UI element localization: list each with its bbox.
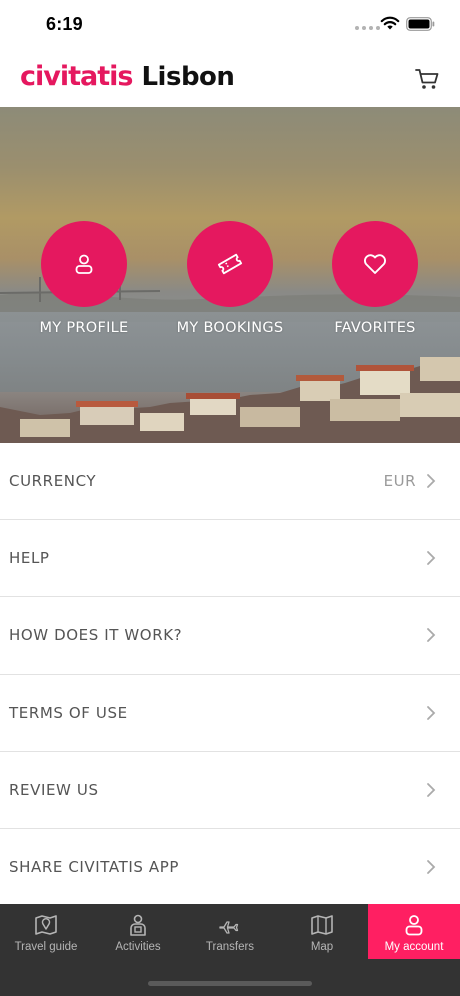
settings-menu: CURRENCY EUR HELP HOW DOES IT WORK? TERM… xyxy=(0,443,460,907)
menu-item-review-us[interactable]: REVIEW US xyxy=(0,752,460,829)
brand-logo: civitatis xyxy=(20,61,133,92)
tab-activities[interactable]: Activities xyxy=(92,904,184,959)
my-profile-button[interactable]: MY PROFILE xyxy=(19,221,149,336)
home-indicator xyxy=(148,981,312,986)
tab-label: Activities xyxy=(115,941,161,953)
tab-travel-guide[interactable]: Travel guide xyxy=(0,904,92,959)
menu-item-label: HELP xyxy=(9,549,50,568)
wifi-icon xyxy=(380,16,400,30)
chevron-right-icon xyxy=(427,474,436,488)
my-bookings-label: MY BOOKINGS xyxy=(176,320,284,336)
menu-item-currency[interactable]: CURRENCY EUR xyxy=(0,443,460,521)
map-pin-icon xyxy=(35,915,57,935)
heart-icon xyxy=(364,254,386,274)
user-icon xyxy=(405,915,423,936)
city-title: Lisbon xyxy=(141,62,235,92)
my-profile-label: MY PROFILE xyxy=(39,320,129,336)
tab-label: Travel guide xyxy=(14,941,78,953)
tab-label: My account xyxy=(384,941,444,953)
chevron-right-icon xyxy=(427,628,436,643)
battery-icon xyxy=(406,17,435,31)
tab-transfers[interactable]: Transfers xyxy=(184,904,276,959)
app-header: civitatis Lisbon xyxy=(0,50,460,107)
menu-item-label: HOW DOES IT WORK? xyxy=(9,626,183,645)
map-icon xyxy=(311,915,333,935)
hero-banner: MY PROFILE MY BOOKINGS FAVORITES xyxy=(0,107,460,443)
tab-label: Map xyxy=(310,941,334,953)
bookings-circle xyxy=(187,221,273,307)
menu-item-how-it-works[interactable]: HOW DOES IT WORK? xyxy=(0,597,460,675)
cellular-signal-icon xyxy=(355,26,380,30)
ticket-icon xyxy=(217,253,243,275)
favorites-label: FAVORITES xyxy=(334,320,416,336)
menu-item-terms-of-use[interactable]: TERMS OF USE xyxy=(0,675,460,752)
menu-item-label: REVIEW US xyxy=(9,780,99,799)
menu-item-label: CURRENCY xyxy=(9,472,97,491)
shopping-cart-icon[interactable] xyxy=(414,66,440,92)
menu-item-label: SHARE CIVITATIS APP xyxy=(9,858,180,877)
favorites-circle xyxy=(332,221,418,307)
tab-label: Transfers xyxy=(205,941,255,953)
menu-item-help[interactable]: HELP xyxy=(0,520,460,598)
status-bar: 6:19 xyxy=(0,0,460,50)
chevron-right-icon xyxy=(427,551,436,566)
guide-icon xyxy=(130,914,146,936)
tab-my-account[interactable]: My account xyxy=(368,904,460,959)
user-icon xyxy=(75,254,93,274)
tab-map[interactable]: Map xyxy=(276,904,368,959)
status-time: 6:19 xyxy=(46,14,83,34)
chevron-right-icon xyxy=(427,782,436,797)
chevron-right-icon xyxy=(427,860,436,874)
airplane-icon xyxy=(219,921,239,934)
favorites-button[interactable]: FAVORITES xyxy=(310,221,440,336)
chevron-right-icon xyxy=(427,705,436,720)
profile-circle xyxy=(41,221,127,307)
currency-value: EUR xyxy=(383,472,416,491)
brand[interactable]: civitatis Lisbon xyxy=(20,61,235,92)
menu-item-share-app[interactable]: SHARE CIVITATIS APP xyxy=(0,829,460,907)
menu-item-label: TERMS OF USE xyxy=(9,703,128,722)
my-bookings-button[interactable]: MY BOOKINGS xyxy=(165,221,295,336)
